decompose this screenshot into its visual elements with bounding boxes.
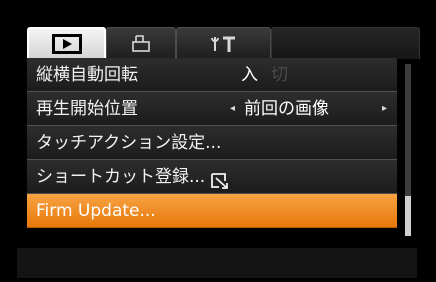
menu-item-label: ショートカット登録...	[36, 167, 206, 187]
menu-item-label: 再生開始位置	[36, 99, 138, 119]
bottom-info-bar	[17, 248, 417, 278]
menu-tab-bar	[27, 27, 420, 59]
menu-item-auto-rotate[interactable]: 縦横自動回転 入 切	[27, 58, 397, 92]
tab-playback[interactable]	[27, 27, 106, 59]
left-arrow-icon[interactable]: ◂	[230, 92, 235, 126]
menu-item-shortcut-register[interactable]: ショートカット登録...	[27, 160, 397, 194]
camera-menu-screen: 縦横自動回転 入 切 再生開始位置 ◂ 前回の画像 ▸ タッチアクション設定..…	[0, 0, 436, 282]
menu-list: 縦横自動回転 入 切 再生開始位置 ◂ 前回の画像 ▸ タッチアクション設定..…	[27, 58, 397, 228]
tab-settings[interactable]	[176, 27, 271, 59]
menu-item-firm-update[interactable]: Firm Update...	[27, 194, 397, 228]
right-arrow-icon[interactable]: ▸	[382, 92, 387, 126]
menu-item-touch-actions[interactable]: タッチアクション設定...	[27, 126, 397, 160]
play-icon	[51, 34, 82, 54]
scrollbar-thumb[interactable]	[405, 196, 411, 236]
option-off[interactable]: 切	[271, 58, 288, 92]
tools-icon	[210, 34, 237, 54]
menu-item-label: Firm Update...	[36, 201, 156, 221]
menu-item-value: 前回の画像	[244, 99, 329, 119]
option-on[interactable]: 入	[241, 58, 258, 92]
menu-item-resume-position[interactable]: 再生開始位置 ◂ 前回の画像 ▸	[27, 92, 397, 126]
tab-print[interactable]	[106, 27, 176, 59]
menu-item-label: タッチアクション設定...	[36, 133, 222, 153]
print-icon	[131, 34, 151, 54]
tab-empty	[271, 27, 420, 59]
menu-item-label: 縦横自動回転	[36, 65, 138, 85]
